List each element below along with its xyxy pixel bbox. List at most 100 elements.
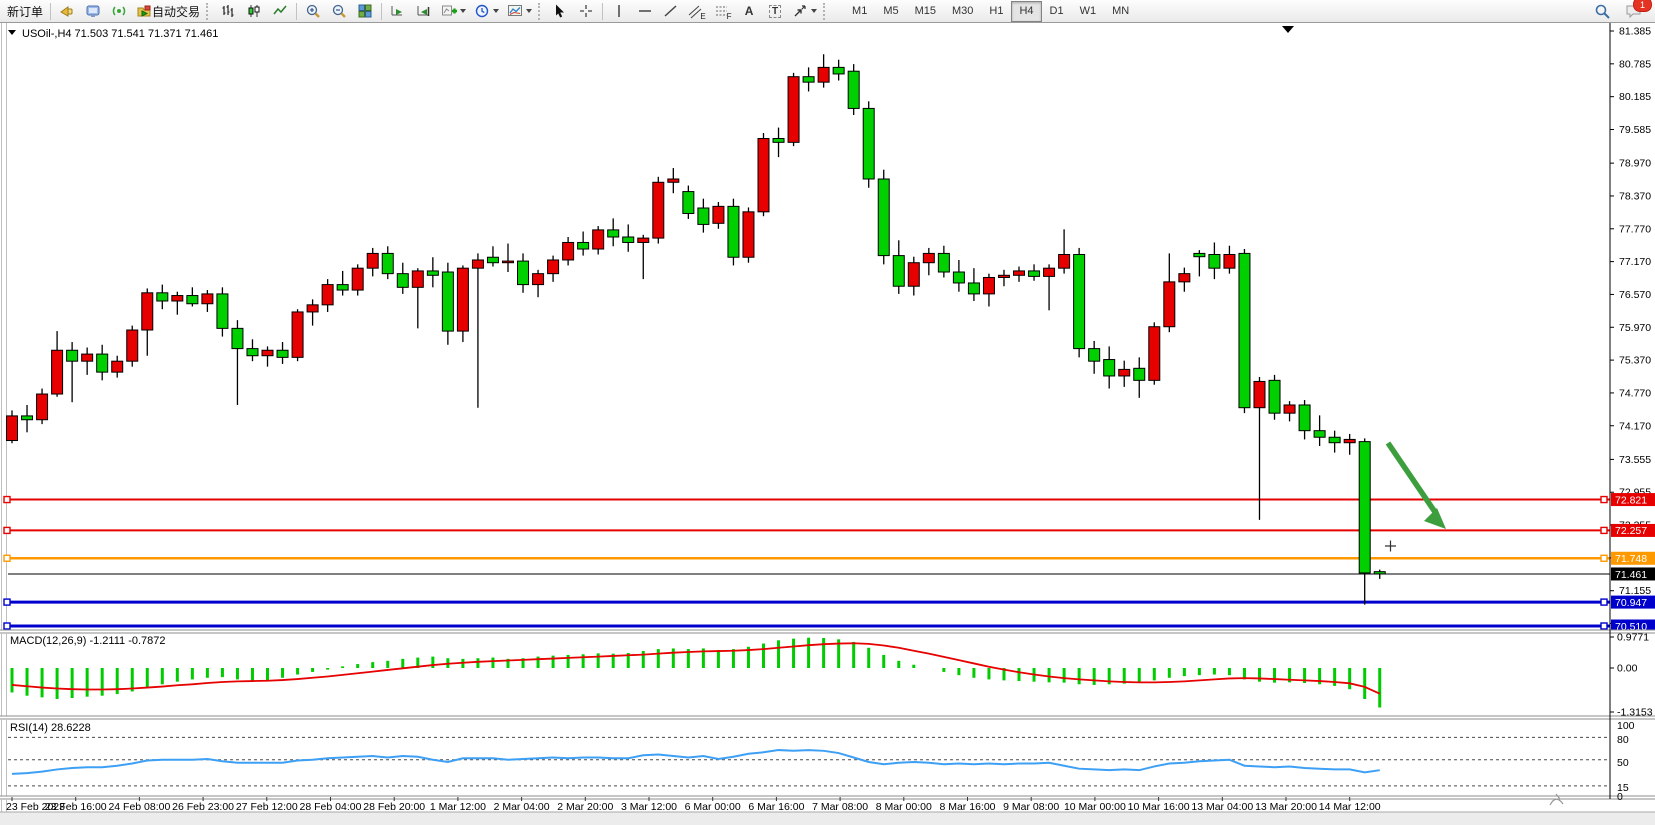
timeframe-button-M30[interactable]: M30	[944, 1, 981, 22]
candle	[262, 350, 273, 355]
candle	[502, 261, 513, 263]
text-label-button[interactable]: T	[762, 0, 788, 22]
zoom-out-button[interactable]	[326, 0, 352, 22]
zoom-in-button[interactable]	[300, 0, 326, 22]
candle	[52, 350, 63, 394]
timeframe-button-D1[interactable]: D1	[1042, 1, 1072, 22]
candle	[638, 238, 649, 242]
shapes-button[interactable]	[788, 0, 821, 22]
candlestick-chart-button[interactable]	[241, 0, 267, 22]
search-button[interactable]	[1589, 0, 1615, 22]
templates-button[interactable]	[503, 0, 536, 22]
text-button[interactable]: A	[736, 0, 762, 22]
candle	[7, 416, 18, 441]
line-anchor[interactable]	[1601, 527, 1607, 533]
timeframe-button-M15[interactable]: M15	[907, 1, 944, 22]
auto-scroll-button[interactable]	[385, 0, 411, 22]
line-anchor[interactable]	[1601, 599, 1607, 605]
indicators-icon	[441, 3, 457, 19]
rsi-label: RSI(14) 28.6228	[10, 722, 91, 734]
candle	[1284, 405, 1295, 413]
candle	[623, 237, 634, 242]
channel-button[interactable]: E	[684, 0, 710, 22]
bar-chart-button[interactable]	[215, 0, 241, 22]
alert-horn-button[interactable]	[54, 0, 80, 22]
zoom-out-icon	[331, 3, 347, 19]
vertical-line-button[interactable]	[606, 0, 632, 22]
time-tick-label: 10 Mar 00:00	[1064, 801, 1126, 813]
autotrading-icon	[136, 3, 152, 19]
trendline-button[interactable]	[658, 0, 684, 22]
price-badge-label: 70.947	[1615, 597, 1647, 609]
indicators-button[interactable]	[437, 0, 470, 22]
signals-button[interactable]	[106, 0, 132, 22]
rsi-scale-label: 50	[1617, 757, 1629, 769]
main-toolbar: 新订单 自动交易 E F A T M1M5M15M30H1H4D1W1MN 1	[0, 0, 1655, 23]
candle	[1209, 255, 1220, 269]
timeframe-button-M1[interactable]: M1	[844, 1, 875, 22]
crosshair-button[interactable]	[573, 0, 599, 22]
candle	[142, 293, 153, 330]
autotrading-label: 自动交易	[152, 3, 200, 20]
line-anchor[interactable]	[1601, 497, 1607, 503]
periods-button[interactable]	[470, 0, 503, 22]
rsi-scale-label: 0	[1617, 791, 1623, 803]
chart-background	[0, 23, 1655, 825]
candle	[818, 67, 829, 82]
timeframe-toolbar: M1M5M15M30H1H4D1W1MN	[844, 1, 1137, 22]
price-tick-label: 80.185	[1619, 91, 1651, 103]
time-tick-label: 8 Mar 16:00	[939, 801, 995, 813]
dropdown-caret	[493, 9, 499, 13]
candle	[803, 77, 814, 82]
fibonacci-button[interactable]: F	[710, 0, 736, 22]
timeframe-button-H1[interactable]: H1	[981, 1, 1011, 22]
line-anchor[interactable]	[1601, 555, 1607, 561]
chart-canvas[interactable]: 81.38580.78580.18579.58578.97078.37077.7…	[0, 23, 1655, 825]
autotrading-button[interactable]: 自动交易	[132, 0, 204, 22]
timeframe-button-MN[interactable]: MN	[1104, 1, 1137, 22]
time-tick-label: 2 Mar 04:00	[494, 801, 550, 813]
candle	[893, 256, 904, 287]
price-tick-label: 80.785	[1619, 58, 1651, 70]
fibonacci-letter: F	[727, 13, 732, 21]
candle	[37, 394, 48, 420]
dropdown-caret	[460, 9, 466, 13]
candle	[307, 305, 318, 312]
candle	[608, 230, 619, 237]
candle	[232, 328, 243, 348]
candle	[533, 274, 544, 285]
horizontal-line-button[interactable]	[632, 0, 658, 22]
line-chart-button[interactable]	[267, 0, 293, 22]
text-tool-letter: A	[745, 4, 754, 18]
line-anchor[interactable]	[4, 497, 10, 503]
candle	[728, 206, 739, 257]
chat-button[interactable]: 1	[1621, 0, 1647, 22]
candle	[578, 242, 589, 249]
line-anchor[interactable]	[4, 527, 10, 533]
candle	[713, 206, 724, 223]
candle	[1164, 282, 1175, 327]
price-tick-label: 78.370	[1619, 190, 1651, 202]
tile-windows-icon	[357, 3, 373, 19]
tile-windows-button[interactable]	[352, 0, 378, 22]
channel-letter: E	[700, 13, 705, 21]
timeframe-button-W1[interactable]: W1	[1072, 1, 1105, 22]
candle	[1029, 271, 1040, 276]
time-tick-label: 28 Feb 04:00	[300, 801, 362, 813]
new-order-button[interactable]: 新订单	[3, 0, 47, 22]
chart-shift-button[interactable]	[411, 0, 437, 22]
price-badge-label: 71.461	[1615, 569, 1647, 581]
line-anchor[interactable]	[4, 623, 10, 629]
line-anchor[interactable]	[4, 555, 10, 561]
cursor-icon	[552, 3, 568, 19]
terminal-button[interactable]	[80, 0, 106, 22]
line-anchor[interactable]	[1601, 623, 1607, 629]
candle	[968, 283, 979, 294]
cursor-button[interactable]	[547, 0, 573, 22]
timeframe-button-M5[interactable]: M5	[875, 1, 906, 22]
line-anchor[interactable]	[4, 599, 10, 605]
candle	[352, 268, 363, 290]
time-tick-label: 27 Feb 12:00	[236, 801, 298, 813]
timeframe-button-H4[interactable]: H4	[1011, 1, 1041, 22]
signals-icon	[111, 3, 127, 19]
